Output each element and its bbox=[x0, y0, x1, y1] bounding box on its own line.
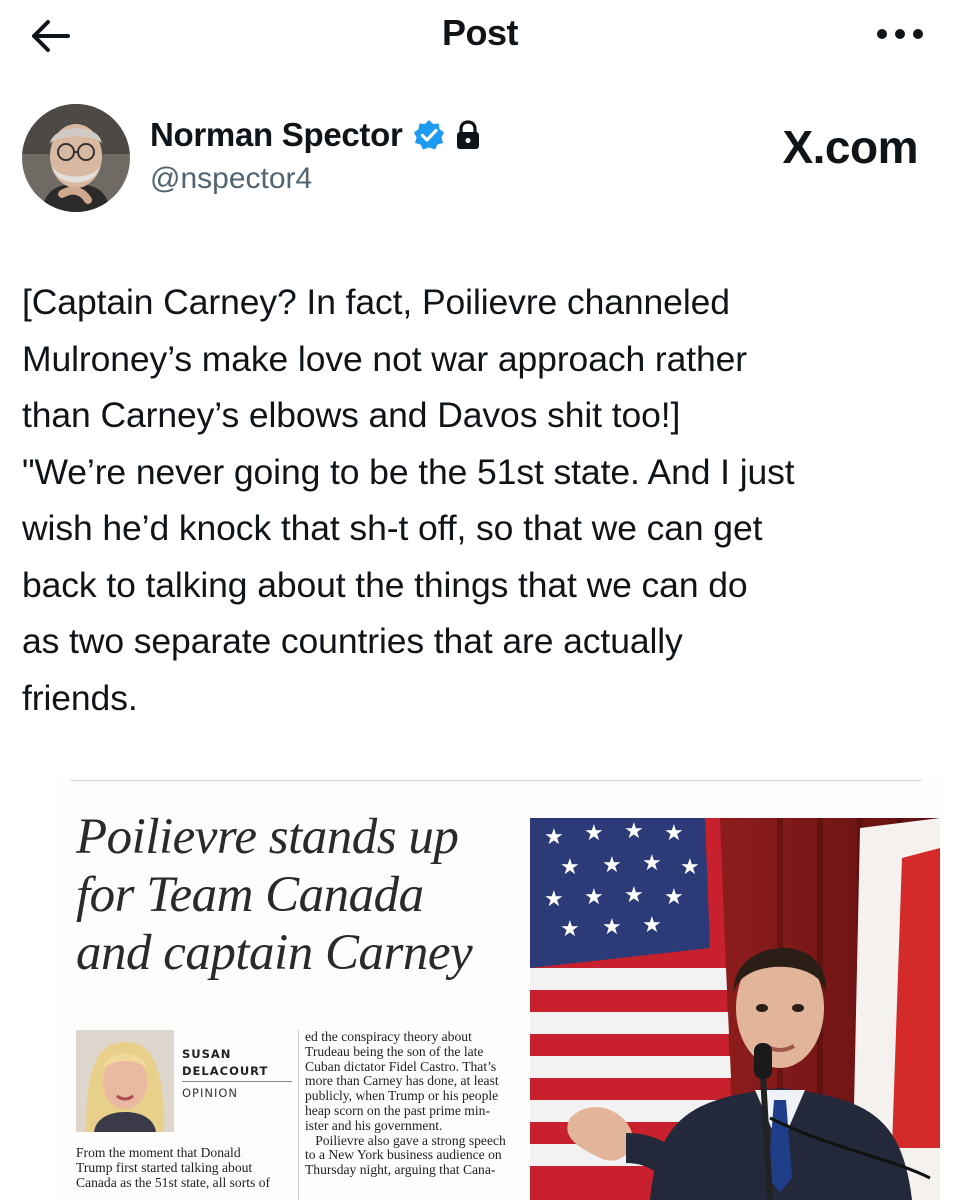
svg-text:★: ★ bbox=[560, 917, 580, 942]
svg-text:★: ★ bbox=[680, 855, 700, 880]
svg-text:★: ★ bbox=[664, 821, 684, 846]
post-text-line: back to talking about the things that we… bbox=[22, 564, 748, 605]
post-text-line: wish he’d knock that sh-t off, so that w… bbox=[22, 508, 763, 548]
svg-text:★: ★ bbox=[544, 825, 564, 850]
lock-icon bbox=[456, 120, 479, 149]
article-text-line: Trudeau being the son of the late bbox=[305, 1043, 484, 1059]
article-text-line: to a New York business audience on bbox=[305, 1147, 502, 1163]
article-text-line: Thursday night, arguing that Cana- bbox=[305, 1162, 496, 1178]
post-text: [Captain Carney? In fact, Poilievre chan… bbox=[22, 274, 942, 726]
post-text-line: [Captain Carney? In fact, Poilievre chan… bbox=[22, 282, 730, 322]
svg-text:★: ★ bbox=[584, 821, 604, 846]
top-bar: Post bbox=[0, 0, 960, 72]
article-text-line: Poilievre also gave a strong speech bbox=[305, 1132, 506, 1148]
article-text-line: ister and his government. bbox=[305, 1117, 443, 1133]
more-options-button[interactable] bbox=[870, 12, 930, 56]
divider bbox=[298, 1030, 299, 1200]
divider bbox=[70, 780, 922, 781]
columnist-photo bbox=[76, 1030, 174, 1132]
article-text-line: publicly, when Trump or his people bbox=[305, 1088, 499, 1104]
author-handle[interactable]: @nspector4 bbox=[150, 162, 312, 196]
svg-text:★: ★ bbox=[642, 851, 662, 876]
post-text-line: "We’re never going to be the 51st state.… bbox=[22, 451, 795, 492]
post-text-line: than Carney’s elbows and Davos shit too!… bbox=[22, 395, 681, 435]
article-text-line: Canada as the 51st state, all sorts of bbox=[76, 1174, 271, 1190]
post-media-image[interactable]: Poilievre stands up for Team Canada and … bbox=[58, 778, 944, 1200]
headline-line: Poilievre stands up bbox=[76, 809, 459, 865]
author-name[interactable]: Norman Spector bbox=[150, 116, 403, 154]
news-photo: ★ ★ ★ ★ ★ ★ ★ ★ ★ ★ ★ ★ ★ ★ ★ bbox=[530, 818, 940, 1200]
article-text-line: more than Carney has done, at least bbox=[305, 1073, 499, 1089]
svg-text:★: ★ bbox=[602, 853, 622, 878]
svg-text:★: ★ bbox=[584, 885, 604, 910]
post-text-line: friends. bbox=[22, 677, 138, 718]
article-text-line: Trump first started talking about bbox=[76, 1159, 253, 1175]
article-column-right: ed the conspiracy theory about Trudeau be… bbox=[305, 1029, 525, 1178]
article-text-line: Cuban dictator Fidel Castro. That’s bbox=[305, 1058, 497, 1074]
byline-tag: OPINION bbox=[182, 1086, 239, 1100]
svg-text:★: ★ bbox=[664, 885, 684, 910]
byline-name: SUSAN DELACOURT bbox=[182, 1046, 272, 1080]
svg-text:★: ★ bbox=[624, 819, 644, 844]
author-name-row: Norman Spector bbox=[150, 116, 481, 154]
headline-line: and captain Carney bbox=[76, 925, 473, 981]
headline-line: for Team Canada bbox=[76, 867, 424, 923]
more-horizontal-icon bbox=[877, 29, 923, 39]
svg-text:★: ★ bbox=[642, 913, 662, 938]
article-text-line: heap scorn on the past prime min- bbox=[305, 1102, 490, 1118]
svg-text:★: ★ bbox=[560, 855, 580, 880]
post-text-line: as two separate countries that are actua… bbox=[22, 621, 683, 661]
avatar[interactable] bbox=[22, 104, 130, 212]
svg-text:★: ★ bbox=[544, 887, 564, 912]
svg-text:★: ★ bbox=[624, 883, 644, 908]
byline-last: DELACOURT bbox=[182, 1064, 269, 1078]
article-text-line: ed the conspiracy theory about bbox=[305, 1029, 472, 1044]
article-text-line: From the moment that Donald bbox=[76, 1145, 241, 1160]
page-title: Post bbox=[441, 12, 519, 53]
post-text-line: Mulroney’s make love not war approach ra… bbox=[22, 338, 748, 379]
svg-text:★: ★ bbox=[602, 915, 622, 940]
divider bbox=[182, 1081, 292, 1082]
verified-badge-icon bbox=[413, 120, 444, 150]
article-column-left: From the moment that Donald Trump first s… bbox=[76, 1145, 296, 1190]
article-headline: Poilievre stands up for Team Canada and … bbox=[76, 808, 526, 982]
brand-watermark: X.com bbox=[782, 121, 918, 173]
byline-first: SUSAN bbox=[182, 1047, 232, 1061]
